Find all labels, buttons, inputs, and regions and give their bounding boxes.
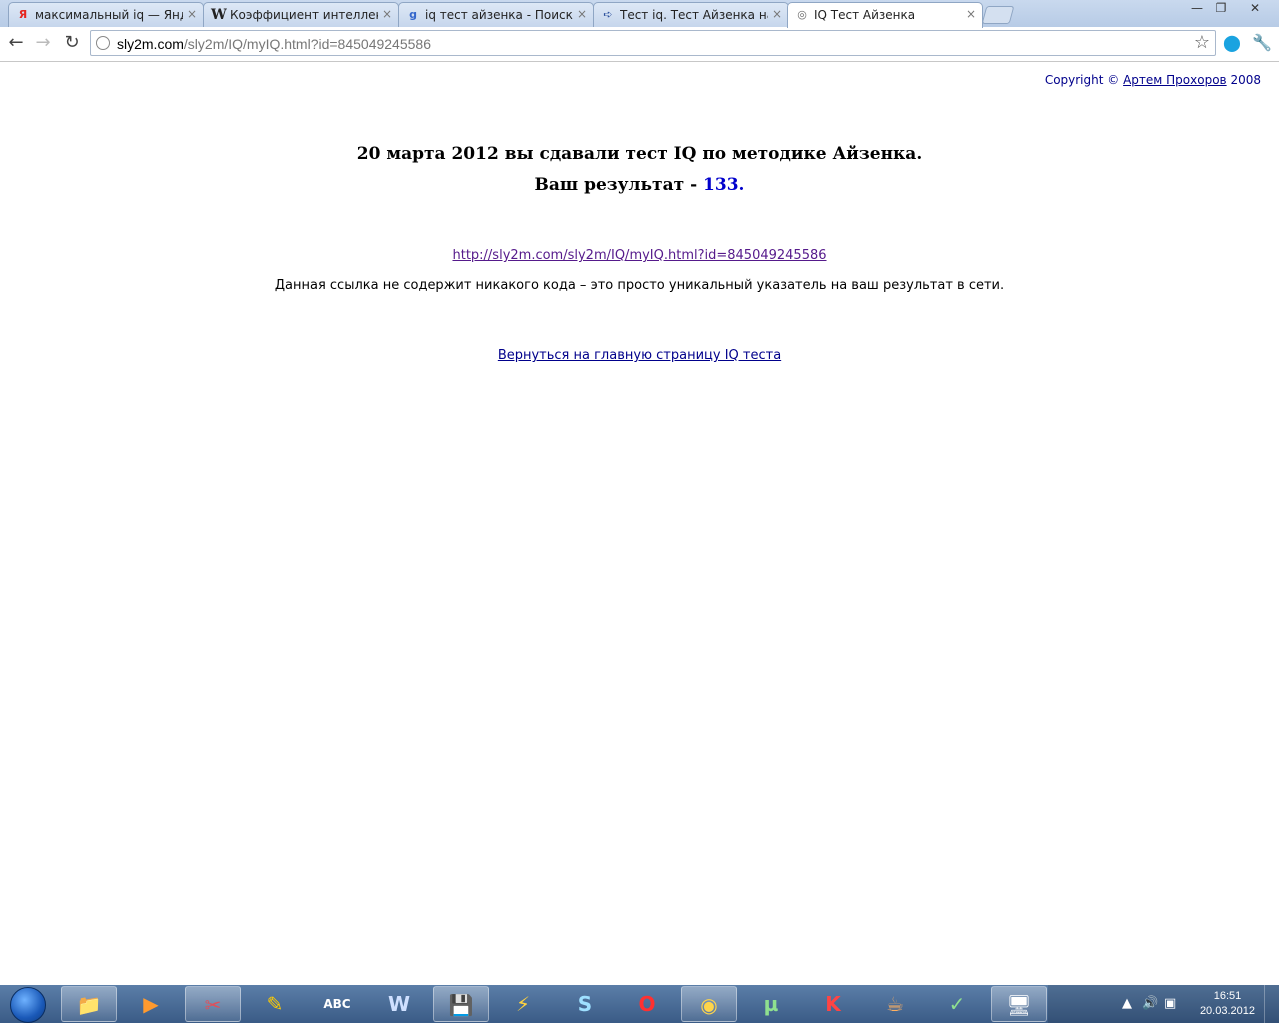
url-text: sly2m.com/sly2m/IQ/myIQ.html?id=84504924…: [117, 36, 431, 52]
tab-iq-eysenck-active[interactable]: ◎ IQ Тест Айзенка ×: [787, 2, 983, 28]
skype-taskbar-button[interactable]: S: [557, 986, 613, 1022]
kaspersky-taskbar-button[interactable]: K: [805, 986, 861, 1022]
new-tab-button[interactable]: [981, 6, 1015, 24]
tray-expand-icon[interactable]: ▲: [1122, 996, 1132, 1011]
floppy-taskbar-button[interactable]: 💾: [433, 986, 489, 1022]
back-to-main-link[interactable]: Вернуться на главную страницу IQ теста: [498, 348, 781, 363]
copyright-year: 2008: [1230, 73, 1261, 87]
system-tray: ▲ 🔊 ▣ 16:51 20.03.2012: [1048, 985, 1279, 1023]
clock-date: 20.03.2012: [1199, 1005, 1255, 1017]
browser-titlebar: Я максимальный iq — Яндекс × W Коэффицие…: [0, 0, 1279, 28]
tab-title: iq тест айзенка - Поиск в Google: [425, 8, 573, 22]
snipping-tool-taskbar-button[interactable]: ✂: [185, 986, 241, 1022]
google-icon: g: [409, 8, 417, 21]
globe-icon: [96, 36, 110, 50]
windows-logo-icon: [10, 987, 46, 1023]
explorer-taskbar-button[interactable]: 📁: [61, 986, 117, 1022]
network-icon[interactable]: ▣: [1164, 996, 1176, 1011]
tab-iq-test-level[interactable]: ➪ Тест iq. Тест Айзенка на уровень ×: [593, 2, 789, 27]
minimize-button[interactable]: —: [1184, 0, 1210, 18]
winamp-taskbar-button[interactable]: ⚡: [495, 986, 551, 1022]
clock[interactable]: 16:51 20.03.2012: [1200, 989, 1255, 1019]
globe-icon: ◎: [797, 8, 807, 21]
browser-toolbar: ← → ↻ sly2m.com/sly2m/IQ/myIQ.html?id=84…: [0, 27, 1279, 62]
abc-taskbar-button[interactable]: ABC: [309, 986, 365, 1022]
window-close-button[interactable]: ✕: [1242, 0, 1268, 18]
tab-title: IQ Тест Айзенка: [814, 8, 916, 22]
copyright-prefix: Copyright ©: [1044, 73, 1120, 87]
back-link-row: Вернуться на главную страницу IQ теста: [0, 348, 1279, 363]
tab-title: максимальный iq — Яндекс: [35, 8, 183, 22]
forward-button[interactable]: →: [32, 32, 54, 54]
result-link-row: http://sly2m.com/sly2m/IQ/myIQ.html?id=8…: [0, 248, 1279, 263]
result-label: Ваш результат -: [534, 175, 698, 195]
utorrent-taskbar-button[interactable]: µ: [743, 986, 799, 1022]
windows-taskbar: 📁 ▶ ✂ ✎ ABC W 💾 ⚡ S O ◉ µ K ☕ ✓ 🖥 ▲ 🔊 ▣ …: [0, 985, 1279, 1023]
author-link[interactable]: Артем Прохоров: [1123, 73, 1227, 87]
tab-title: Коэффициент интеллекта: [230, 8, 378, 22]
opera-taskbar-button[interactable]: O: [619, 986, 675, 1022]
chrome-taskbar-button[interactable]: ◉: [681, 986, 737, 1022]
close-icon[interactable]: ×: [772, 7, 782, 21]
tab-title: Тест iq. Тест Айзенка на уровень: [620, 8, 768, 22]
link-note: Данная ссылка не содержит никакого кода …: [274, 278, 1005, 293]
skype-extension-icon[interactable]: ⬤: [1221, 32, 1243, 54]
show-desktop-button[interactable]: [1264, 985, 1279, 1023]
tab-wikipedia[interactable]: W Коэффициент интеллекта ×: [203, 2, 399, 27]
iq-score: 133.: [703, 175, 745, 195]
bookmark-star-icon[interactable]: ☆: [1194, 32, 1210, 53]
close-icon[interactable]: ×: [187, 7, 197, 21]
volume-icon[interactable]: 🔊: [1142, 996, 1158, 1011]
url-host: sly2m.com: [117, 36, 184, 52]
wrench-icon[interactable]: 🔧: [1251, 32, 1273, 54]
remote-desktop-taskbar-button[interactable]: 🖥: [991, 986, 1047, 1022]
word-taskbar-button[interactable]: W: [371, 986, 427, 1022]
result-heading: Ваш результат - 133.: [0, 175, 1279, 195]
media-player-taskbar-button[interactable]: ▶: [123, 986, 179, 1022]
tab-yandex[interactable]: Я максимальный iq — Яндекс ×: [8, 2, 204, 27]
yandex-icon: Я: [18, 8, 28, 21]
url-path: /sly2m/IQ/myIQ.html?id=845049245586: [183, 36, 431, 52]
notepad-taskbar-button[interactable]: ✓: [929, 986, 985, 1022]
test-date-heading: 20 марта 2012 вы сдавали тест IQ по мето…: [356, 144, 923, 164]
start-button[interactable]: [2, 986, 54, 1023]
close-icon[interactable]: ×: [382, 7, 392, 21]
clock-time: 16:51: [1213, 990, 1242, 1002]
reload-button[interactable]: ↻: [61, 32, 83, 54]
close-icon[interactable]: ×: [577, 7, 587, 21]
copyright: Copyright © Артем Прохоров 2008: [1045, 73, 1261, 87]
result-permalink[interactable]: http://sly2m.com/sly2m/IQ/myIQ.html?id=8…: [452, 248, 826, 263]
app-blue-taskbar-button[interactable]: ✎: [247, 986, 303, 1022]
arrow-icon: ➪: [603, 8, 613, 21]
close-icon[interactable]: ×: [966, 7, 976, 21]
maximize-button[interactable]: ❐: [1208, 0, 1234, 18]
wikipedia-icon: W: [211, 7, 227, 23]
address-bar[interactable]: sly2m.com/sly2m/IQ/myIQ.html?id=84504924…: [90, 30, 1216, 56]
java-taskbar-button[interactable]: ☕: [867, 986, 923, 1022]
tab-google-search[interactable]: g iq тест айзенка - Поиск в Google ×: [398, 2, 594, 27]
back-button[interactable]: ←: [5, 32, 27, 54]
